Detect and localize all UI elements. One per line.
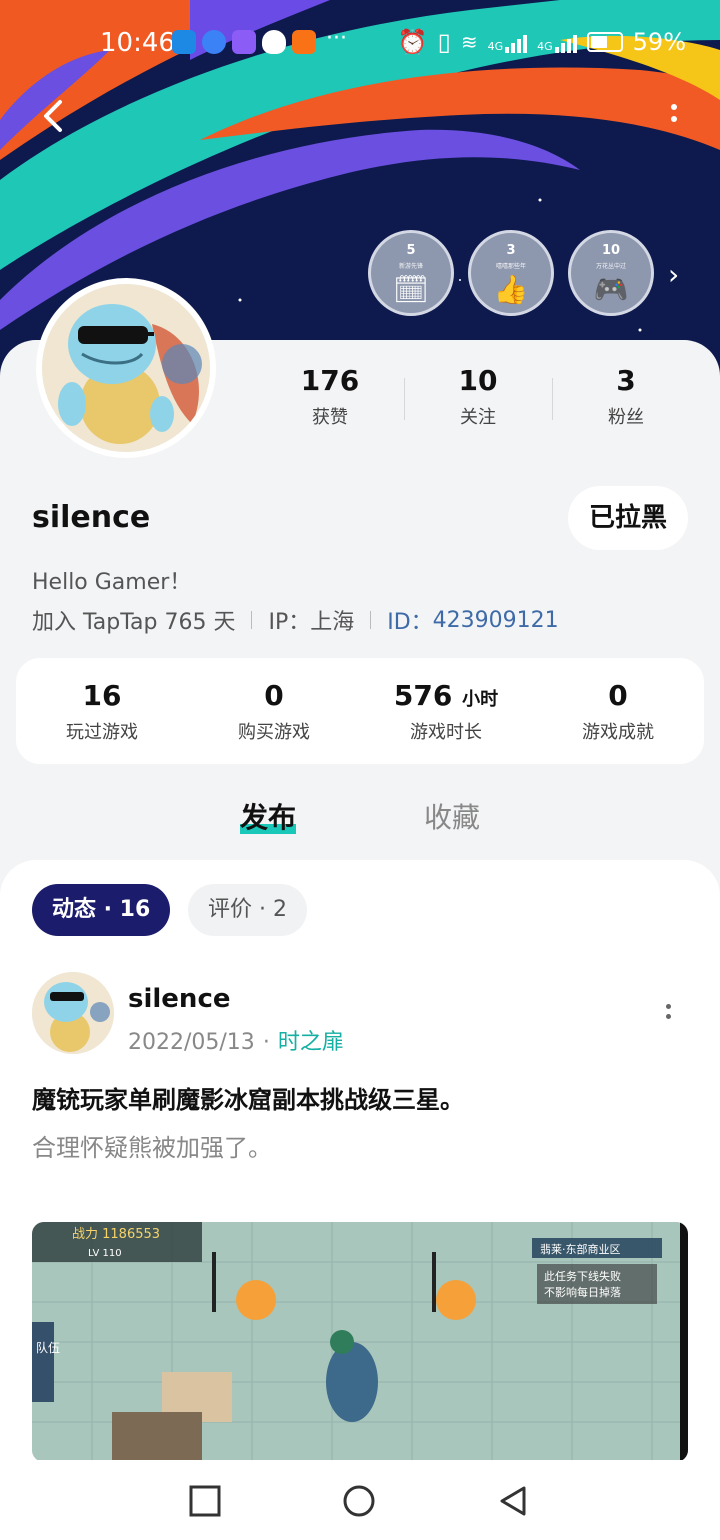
system-nav-bar xyxy=(0,1460,720,1540)
avatar-image xyxy=(42,284,210,452)
post-meta: 2022/05/13 · 时之扉 xyxy=(128,1030,344,1055)
svg-text:不影响每日掉落: 不影响每日掉落 xyxy=(544,1285,621,1299)
stat-following[interactable]: 10 关注 xyxy=(404,364,552,429)
square-icon[interactable] xyxy=(188,1484,222,1518)
bio: Hello Gamer！ xyxy=(32,570,192,595)
stat-followers[interactable]: 3 粉丝 xyxy=(552,364,700,429)
social-stats: 176 获赞 10 关注 3 粉丝 xyxy=(256,364,700,429)
post-title[interactable]: 魔铳玩家单刷魔影冰窟副本挑战级三星。 xyxy=(32,1080,464,1115)
meta-divider xyxy=(370,611,372,629)
stat-likes[interactable]: 176 获赞 xyxy=(256,364,404,429)
badge-gamepad[interactable]: 10 万花丛中过 🎮 xyxy=(568,230,654,316)
post-date: 2022/05/13 xyxy=(128,1030,255,1055)
qq-icon xyxy=(262,30,286,54)
post-more-button[interactable] xyxy=(662,1002,674,1028)
content-tabs: 发布 收藏 xyxy=(0,796,720,846)
post-avatar[interactable] xyxy=(32,972,114,1054)
back-button[interactable] xyxy=(34,96,74,136)
joined-days: 加入 TapTap 765 天 xyxy=(32,610,236,635)
more-notifications-icon: ··· xyxy=(326,26,347,51)
clock: 10:46 xyxy=(100,28,175,58)
music-icon xyxy=(232,30,256,54)
stat-games-played[interactable]: 16 玩过游戏 xyxy=(16,679,188,744)
game-stats: 16 玩过游戏 0 购买游戏 576 小时 游戏时长 0 游戏成就 xyxy=(16,658,704,764)
battery-icon xyxy=(586,32,623,52)
thumbs-up-icon: 👍 xyxy=(493,273,529,306)
wifi-icon: ≋ xyxy=(460,30,478,54)
avatar[interactable] xyxy=(36,278,216,458)
tab-favorites[interactable]: 收藏 xyxy=(424,796,480,836)
post-image[interactable]: 战力 1186553 LV 110 翡莱·东部商业区 此任务下线失败 不影响每日… xyxy=(32,1222,688,1462)
weather-icon xyxy=(172,30,196,54)
feed-panel: 动态 · 16 评价 · 2 silence 2022/05/13 · 时之扉 魔铳… xyxy=(0,860,720,1540)
alarm-icon: ⏰ xyxy=(397,28,428,56)
achievement-badges[interactable]: 5 新游先锋 🗓 3 嘻嘻那些年 👍 10 万花丛中过 🎮 xyxy=(368,230,654,316)
user-id-label: ID： xyxy=(387,610,433,635)
more-options-button[interactable] xyxy=(666,102,682,132)
circle-icon[interactable] xyxy=(342,1484,376,1518)
post-game-link[interactable]: 时之扉 xyxy=(278,1030,344,1055)
profile-meta: 加入 TapTap 765 天 IP：上海 ID： 423909121 xyxy=(32,604,559,636)
game-screenshot: 战力 1186553 LV 110 翡莱·东部商业区 此任务下线失败 不影响每日… xyxy=(32,1222,688,1462)
svg-text:此任务下线失败: 此任务下线失败 xyxy=(544,1269,621,1283)
badges-more-chevron-icon[interactable]: › xyxy=(668,258,679,291)
stat-play-time[interactable]: 576 小时 游戏时长 xyxy=(360,679,532,744)
browser-icon xyxy=(202,30,226,54)
svg-text:LV 110: LV 110 xyxy=(88,1248,122,1259)
user-id-value[interactable]: 423909121 xyxy=(433,608,559,633)
ip-location: IP：上海 xyxy=(268,610,355,635)
chevron-left-icon xyxy=(44,100,62,132)
game-calendar-icon: 🗓 xyxy=(393,273,429,306)
svg-text:翡莱·东部商业区: 翡莱·东部商业区 xyxy=(540,1242,621,1256)
blocked-button[interactable]: 已拉黑 xyxy=(568,486,688,550)
stat-achievements[interactable]: 0 游戏成就 xyxy=(532,679,704,744)
notification-icons xyxy=(172,30,316,54)
status-bar: 10:46 ··· ⏰ ▯ ≋ 4G 4G 59% xyxy=(0,24,720,64)
signal-icon: 4G xyxy=(488,31,528,53)
post-username[interactable]: silence xyxy=(128,984,231,1014)
post-body[interactable]: 合理怀疑熊被加强了。 xyxy=(32,1128,272,1163)
svg-text:队伍: 队伍 xyxy=(36,1340,60,1355)
triangle-back-icon[interactable] xyxy=(496,1484,530,1518)
badge-new-game-pioneer[interactable]: 5 新游先锋 🗓 xyxy=(368,230,454,316)
signal-icon-2: 4G xyxy=(537,31,577,53)
gamepad-icon: 🎮 xyxy=(593,273,629,306)
tab-publish[interactable]: 发布 xyxy=(240,796,297,836)
username: silence xyxy=(32,500,151,535)
meta-divider xyxy=(251,611,253,629)
squirtle-avatar-art xyxy=(42,284,210,452)
vibrate-icon: ▯ xyxy=(437,28,451,56)
chip-moments[interactable]: 动态 · 16 xyxy=(32,884,171,936)
system-status: ⏰ ▯ ≋ 4G 4G 59% xyxy=(398,28,686,56)
video-icon xyxy=(292,30,316,54)
stat-games-purchased[interactable]: 0 购买游戏 xyxy=(188,679,360,744)
battery-percent: 59% xyxy=(632,28,686,56)
chip-reviews[interactable]: 评价 · 2 xyxy=(188,884,307,936)
svg-text:战力 1186553: 战力 1186553 xyxy=(72,1227,160,1242)
squirtle-avatar-art xyxy=(32,972,114,1054)
badge-thumbs-up[interactable]: 3 嘻嘻那些年 👍 xyxy=(468,230,554,316)
